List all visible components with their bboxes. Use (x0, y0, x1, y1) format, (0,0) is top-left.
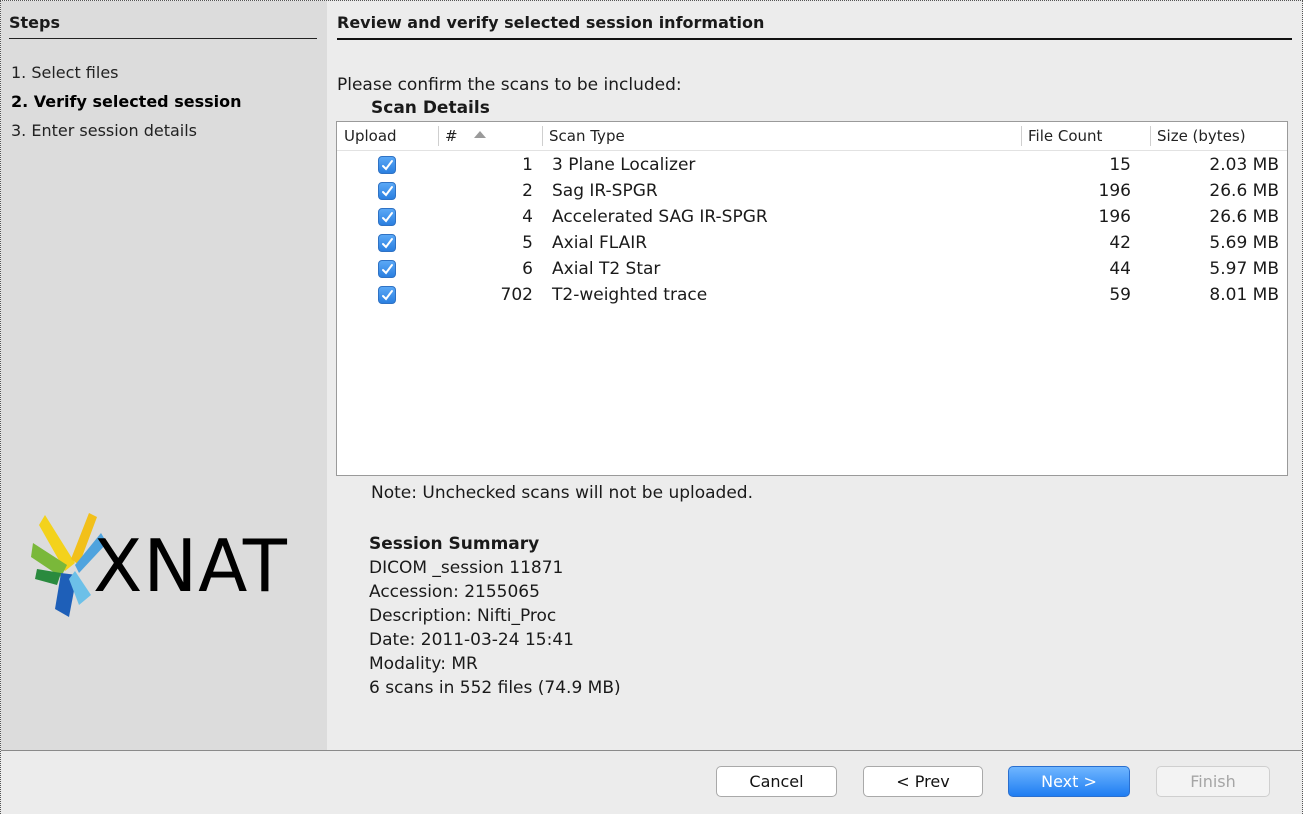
column-header-number-label: # (445, 127, 458, 145)
checkmark-icon (382, 290, 393, 301)
scan-type: 3 Plane Localizer (552, 155, 696, 175)
summary-session: DICOM _session 11871 (369, 558, 564, 578)
column-header-size[interactable]: Size (bytes) (1150, 126, 1277, 146)
scan-details-heading: Scan Details (371, 98, 490, 118)
table-row[interactable]: 5 Axial FLAIR 42 5.69 MB (337, 230, 1287, 256)
session-summary-title: Session Summary (369, 534, 540, 554)
session-summary: Session Summary DICOM _session 11871 Acc… (369, 532, 621, 700)
upload-checkbox[interactable] (378, 182, 396, 200)
file-count: 59 (1109, 285, 1131, 305)
table-row[interactable]: 6 Axial T2 Star 44 5.97 MB (337, 256, 1287, 282)
scan-type: T2-weighted trace (552, 285, 708, 305)
scan-number: 4 (522, 207, 533, 227)
step-verify-session: 2. Verify selected session (11, 92, 242, 111)
checkmark-icon (382, 264, 393, 275)
file-count: 196 (1098, 181, 1131, 201)
wizard-window: Steps 1. Select files 2. Verify selected… (0, 0, 1303, 814)
steps-title: Steps (9, 13, 317, 39)
column-header-scan-type[interactable]: Scan Type (542, 126, 1019, 146)
column-header-upload[interactable]: Upload (344, 126, 397, 146)
step-enter-details: 3. Enter session details (11, 121, 197, 140)
file-count: 15 (1109, 155, 1131, 175)
cancel-button[interactable]: Cancel (716, 766, 837, 797)
scan-size: 5.97 MB (1209, 259, 1279, 279)
checkmark-icon (382, 212, 393, 223)
scan-number: 5 (522, 233, 533, 253)
scan-number: 702 (500, 285, 533, 305)
summary-description: Description: Nifti_Proc (369, 606, 557, 626)
logo-text: XNAT (93, 524, 288, 608)
summary-totals: 6 scans in 552 files (74.9 MB) (369, 678, 621, 698)
upload-checkbox[interactable] (378, 234, 396, 252)
upload-checkbox[interactable] (378, 156, 396, 174)
xnat-logo: XNAT (31, 513, 291, 623)
table-row[interactable]: 702 T2-weighted trace 59 8.01 MB (337, 282, 1287, 308)
table-row[interactable]: 4 Accelerated SAG IR-SPGR 196 26.6 MB (337, 204, 1287, 230)
finish-button[interactable]: Finish (1156, 766, 1270, 797)
column-header-file-count[interactable]: File Count (1021, 126, 1146, 146)
step-select-files: 1. Select files (11, 63, 119, 82)
scan-type: Axial T2 Star (552, 259, 661, 279)
sort-ascending-icon (474, 131, 487, 138)
column-header-number[interactable]: # (438, 126, 535, 146)
confirm-instructions: Please confirm the scans to be included: (337, 75, 682, 95)
scan-type: Accelerated SAG IR-SPGR (552, 207, 768, 227)
checkmark-icon (382, 186, 393, 197)
upload-checkbox[interactable] (378, 208, 396, 226)
steps-panel: Steps 1. Select files 2. Verify selected… (1, 1, 327, 750)
scan-size: 8.01 MB (1209, 285, 1279, 305)
scan-number: 1 (522, 155, 533, 175)
summary-accession: Accession: 2155065 (369, 582, 540, 602)
scan-number: 6 (522, 259, 533, 279)
scan-size: 2.03 MB (1209, 155, 1279, 175)
checkmark-icon (382, 238, 393, 249)
file-count: 196 (1098, 207, 1131, 227)
scan-number: 2 (522, 181, 533, 201)
scan-table: Upload # Scan Type File Count Size (byte… (336, 121, 1288, 476)
summary-modality: Modality: MR (369, 654, 478, 674)
upload-checkbox[interactable] (378, 286, 396, 304)
page-title: Review and verify selected session infor… (337, 13, 1292, 40)
scan-size: 26.6 MB (1209, 207, 1279, 227)
upload-checkbox[interactable] (378, 260, 396, 278)
scan-size: 5.69 MB (1209, 233, 1279, 253)
next-button[interactable]: Next > (1008, 766, 1130, 797)
file-count: 42 (1109, 233, 1131, 253)
scan-size: 26.6 MB (1209, 181, 1279, 201)
file-count: 44 (1109, 259, 1131, 279)
table-row[interactable]: 1 3 Plane Localizer 15 2.03 MB (337, 152, 1287, 178)
checkmark-icon (382, 160, 393, 171)
table-row[interactable]: 2 Sag IR-SPGR 196 26.6 MB (337, 178, 1287, 204)
summary-date: Date: 2011-03-24 15:41 (369, 630, 574, 650)
unchecked-note: Note: Unchecked scans will not be upload… (371, 483, 753, 503)
prev-button[interactable]: < Prev (863, 766, 983, 797)
button-bar: Cancel < Prev Next > Finish (1, 750, 1302, 814)
scan-type: Axial FLAIR (552, 233, 648, 253)
scan-type: Sag IR-SPGR (552, 181, 658, 201)
table-header: Upload # Scan Type File Count Size (byte… (337, 122, 1287, 151)
